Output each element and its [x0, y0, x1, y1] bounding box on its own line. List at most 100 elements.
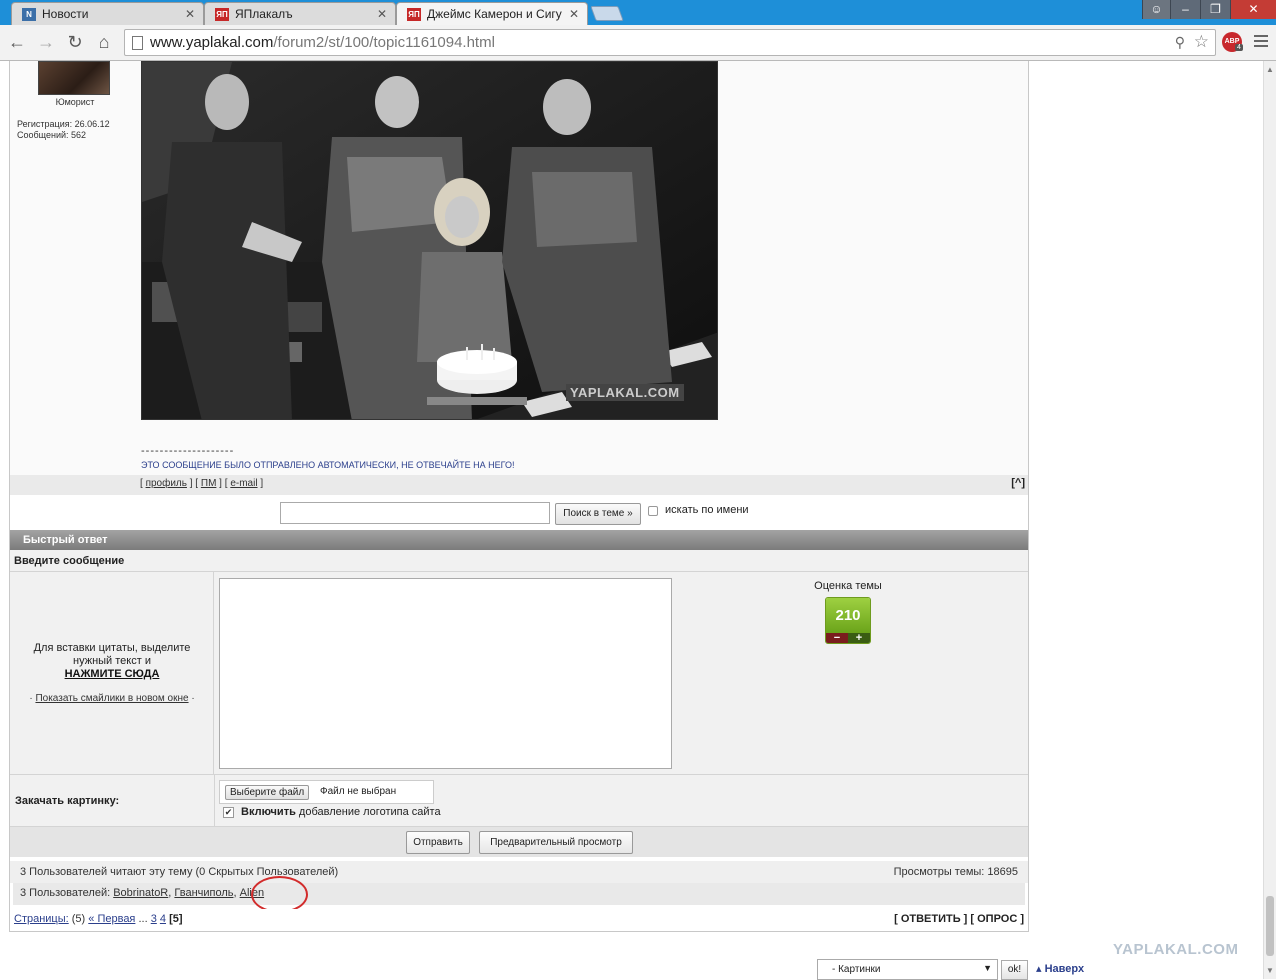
search-by-name-label: искать по имени	[665, 504, 749, 516]
quote-insert-link[interactable]: НАЖМИТЕ СЮДА	[10, 668, 214, 681]
user-link[interactable]: Гванчиполь	[174, 887, 233, 899]
image-upload-row: Закачать картинку: Выберите файл Файл не…	[10, 775, 1028, 827]
url-text[interactable]: www.yaplakal.com/forum2/st/100/topic1161…	[150, 34, 495, 51]
scrollbar-thumb[interactable]	[1266, 896, 1274, 956]
author-column: Юморист Регистрация: 26.06.12 Сообщений:…	[10, 61, 140, 475]
post-links: [ профиль ] [ ПМ ] [ e-mail ]	[140, 478, 264, 489]
file-input: Выберите файл Файл не выбран	[219, 780, 434, 804]
rating-value: 210	[826, 598, 870, 633]
address-bar[interactable]: www.yaplakal.com/forum2/st/100/topic1161…	[124, 29, 1216, 56]
forward-arrow-icon[interactable]: →	[36, 32, 56, 52]
zoom-icon[interactable]: ⚲	[1175, 34, 1185, 51]
editor-help: Для вставки цитаты, выделите нужный текс…	[10, 572, 214, 774]
yaplakal-favicon-icon: ЯП	[407, 8, 421, 21]
submit-row: Отправить Предварительный просмотр	[10, 827, 1028, 857]
tab-james-cameron[interactable]: ЯП Джеймс Камерон и Сигу ✕	[396, 2, 588, 25]
reply-editor-row: Для вставки цитаты, выделите нужный текс…	[10, 572, 1028, 775]
page-scrollbar[interactable]: ▲ ▼	[1263, 61, 1276, 979]
new-tab-button[interactable]	[590, 6, 624, 21]
auto-message-notice: ЭТО СООБЩЕНИЕ БЫЛО ОТПРАВЛЕНО АВТОМАТИЧЕ…	[141, 460, 515, 470]
minimize-icon[interactable]: –	[1170, 0, 1200, 19]
email-link[interactable]: e-mail	[230, 478, 257, 489]
scroll-up-icon[interactable]: ▲	[1266, 65, 1274, 74]
upload-label: Закачать картинку:	[15, 795, 120, 807]
photo-image	[142, 62, 717, 419]
tab-yaplakal[interactable]: ЯП ЯПлакалъ ✕	[204, 2, 396, 25]
post-body: Юморист Регистрация: 26.06.12 Сообщений:…	[10, 61, 1028, 475]
avatar[interactable]	[38, 61, 110, 95]
bookmark-star-icon[interactable]: ☆	[1194, 32, 1209, 52]
logo-checkbox[interactable]: ✔	[223, 807, 234, 818]
file-status: Файл не выбран	[320, 786, 397, 797]
tab-close-icon[interactable]: ✕	[377, 7, 387, 21]
smiles-link[interactable]: Показать смайлики в новом окне	[35, 693, 188, 704]
quote-hint: Для вставки цитаты, выделите нужный текс…	[10, 642, 214, 681]
scroll-to-top-link[interactable]: [^]	[1011, 477, 1025, 489]
yaplakal-favicon-icon: ЯП	[215, 8, 229, 21]
adblock-count-badge: 4	[1235, 44, 1243, 51]
home-icon[interactable]: ⌂	[94, 32, 114, 52]
page-3-link[interactable]: 3	[151, 913, 157, 925]
category-ok-button[interactable]: ok!	[1001, 960, 1028, 980]
topic-search-button[interactable]: Поиск в теме »	[555, 503, 641, 525]
smiles-line: · Показать смайлики в новом окне ·	[29, 693, 195, 704]
quick-reply-subheader: Введите сообщение	[10, 550, 1028, 572]
rating-label: Оценка темы	[814, 580, 882, 592]
active-users-row: 3 Пользователей: BobrinatoR, Гванчиполь,…	[13, 883, 1025, 905]
user-profile-icon[interactable]: ☺	[1142, 0, 1170, 19]
pages-label-link[interactable]: Страницы:	[14, 913, 69, 925]
post-photo: YAPLAKAL.COM	[141, 61, 718, 420]
highlight-circle	[251, 876, 308, 913]
profile-link[interactable]: профиль	[146, 478, 187, 489]
pagination-row: Страницы: (5) « Первая ... 3 4 [5] [ ОТВ…	[10, 909, 1028, 931]
first-page-link[interactable]: « Первая	[88, 913, 135, 925]
category-select[interactable]: - Картинки ▼	[817, 959, 998, 980]
window-controls: ☺ – ❐ ✕	[1142, 0, 1276, 20]
pm-link[interactable]: ПМ	[201, 478, 217, 489]
topic-search-input[interactable]	[280, 502, 550, 524]
dropdown-arrow-icon: ▼	[983, 963, 992, 973]
browser-tabbar: N Новости ✕ ЯП ЯПлакалъ ✕ ЯП Джеймс Каме…	[0, 0, 1276, 25]
restore-icon[interactable]: ❐	[1200, 0, 1230, 19]
active-users: 3 Пользователей: BobrinatoR, Гванчиполь,…	[20, 887, 265, 899]
page-icon	[132, 36, 143, 50]
scroll-down-icon[interactable]: ▼	[1266, 966, 1274, 975]
web-page: Юморист Регистрация: 26.06.12 Сообщений:…	[0, 61, 1263, 980]
tab-close-icon[interactable]: ✕	[569, 7, 579, 21]
user-link[interactable]: BobrinatoR	[113, 887, 168, 899]
tab-novosti[interactable]: N Новости ✕	[11, 2, 204, 25]
topic-stats: 3 Пользователей читают эту тему (0 Скрыт…	[10, 861, 1028, 883]
topic-views: Просмотры темы: 18695	[893, 866, 1018, 878]
signature-divider: --------------------	[141, 445, 235, 457]
topic-search: Поиск в теме » искать по имени	[10, 495, 1028, 529]
author-rank: Юморист	[55, 97, 95, 107]
browser-menu-icon[interactable]	[1254, 35, 1268, 50]
tab-close-icon[interactable]: ✕	[185, 7, 195, 21]
search-by-name-checkbox[interactable]	[648, 506, 658, 516]
send-button[interactable]: Отправить	[406, 831, 470, 854]
back-arrow-icon[interactable]: ←	[7, 32, 27, 52]
window-close-icon[interactable]: ✕	[1230, 0, 1276, 19]
topic-rating: 210 − +	[825, 597, 871, 644]
current-page: [5]	[169, 913, 183, 925]
page-4-link[interactable]: 4	[160, 913, 166, 925]
quick-reply-header: Быстрый ответ	[10, 530, 1028, 550]
message-textarea[interactable]	[219, 578, 672, 769]
choose-file-button[interactable]: Выберите файл	[225, 785, 310, 800]
news-favicon-icon: N	[22, 8, 36, 21]
photo-watermark: YAPLAKAL.COM	[566, 384, 684, 401]
back-to-top-link[interactable]: ▴ Наверх	[1036, 962, 1084, 975]
readers-count: 3 Пользователей читают эту тему (0 Скрыт…	[20, 866, 339, 878]
reply-poll-actions[interactable]: [ ОТВЕТИТЬ ] [ ОПРОС ]	[894, 913, 1024, 925]
post-links-bar: [ профиль ] [ ПМ ] [ e-mail ] [^]	[10, 475, 1028, 495]
site-logo: YAPLAKAL.COM	[1113, 941, 1239, 958]
reload-icon[interactable]: ↻	[65, 32, 85, 52]
pagination: Страницы: (5) « Первая ... 3 4 [5]	[14, 913, 183, 925]
rating-plus-button[interactable]: +	[848, 633, 870, 643]
author-info: Регистрация: 26.06.12 Сообщений: 562	[17, 119, 110, 140]
browser-toolbar: ← → ↻ ⌂ www.yaplakal.com/forum2/st/100/t…	[0, 25, 1276, 61]
rating-minus-button[interactable]: −	[826, 633, 848, 643]
preview-button[interactable]: Предварительный просмотр	[479, 831, 633, 854]
forum-topic: Юморист Регистрация: 26.06.12 Сообщений:…	[9, 61, 1029, 932]
logo-checkbox-label: Включить добавление логотипа сайта	[241, 806, 441, 818]
